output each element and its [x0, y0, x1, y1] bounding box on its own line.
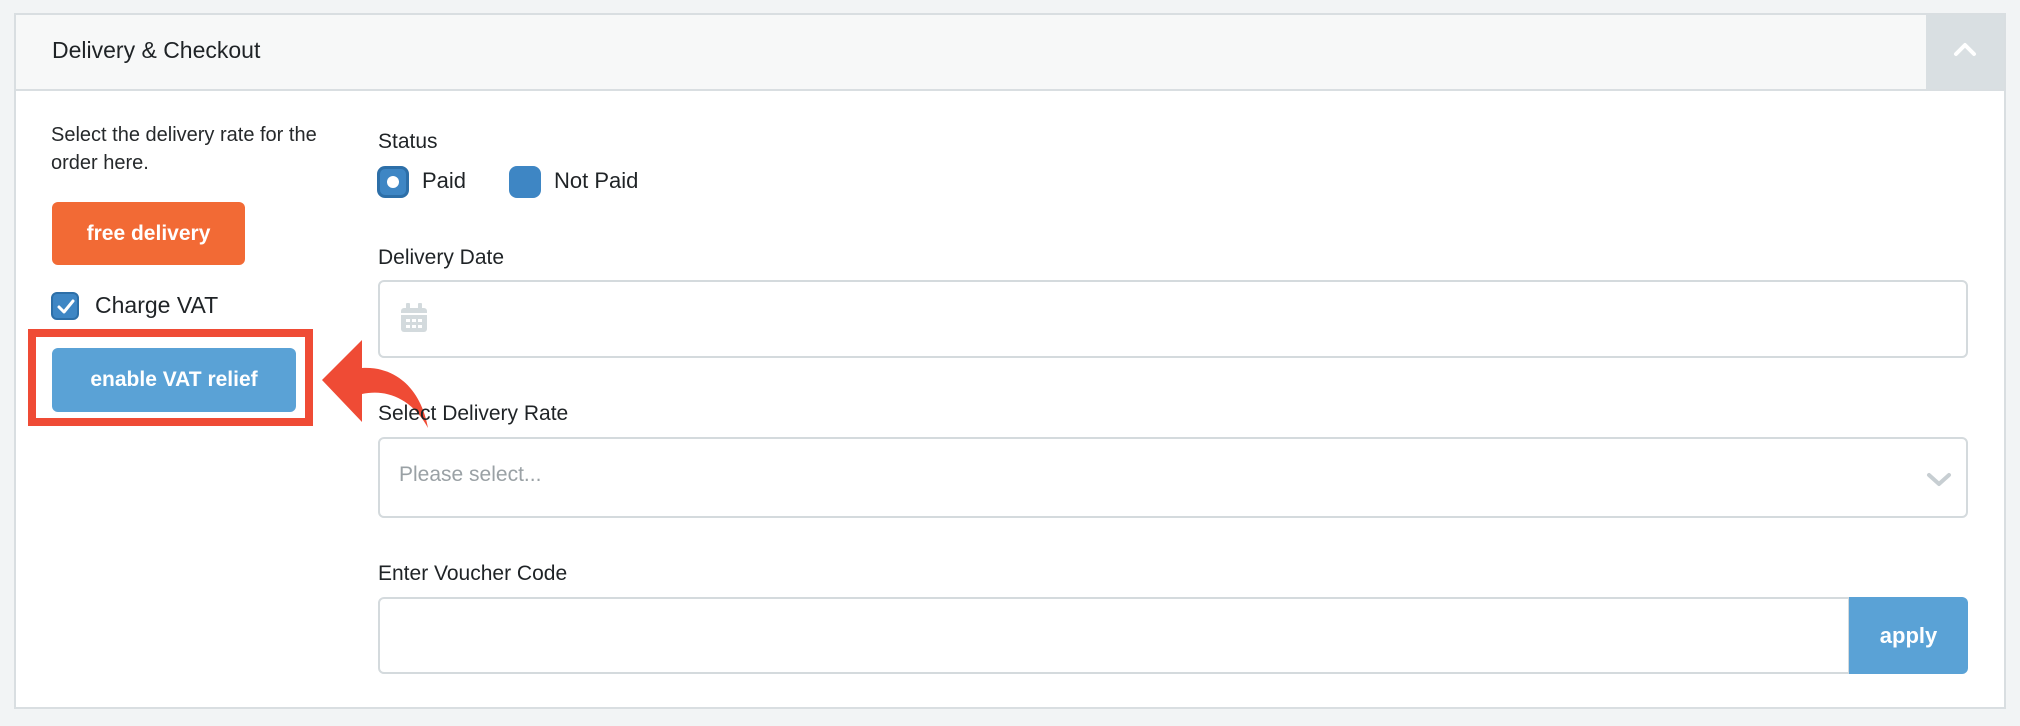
free-delivery-button[interactable]: free delivery — [52, 202, 245, 265]
delivery-rate-placeholder: Please select... — [399, 463, 542, 486]
voucher-code-input[interactable] — [378, 597, 1850, 674]
enable-vat-relief-button[interactable]: enable VAT relief — [52, 348, 296, 412]
status-not-paid-label: Not Paid — [554, 168, 639, 193]
charge-vat-label: Charge VAT — [95, 292, 219, 318]
status-radio-not-paid[interactable] — [509, 166, 541, 198]
delivery-date-label: Delivery Date — [378, 246, 505, 269]
calendar-icon — [401, 303, 427, 332]
checkmark-icon — [57, 299, 75, 314]
panel-title: Delivery & Checkout — [52, 37, 261, 63]
intro-text: Select the delivery rate for the order h… — [51, 124, 317, 174]
radio-selected-dot — [387, 176, 399, 188]
status-paid-label: Paid — [422, 168, 467, 193]
status-label: Status — [378, 130, 438, 153]
collapse-button[interactable] — [1926, 15, 2004, 89]
apply-voucher-button[interactable]: apply — [1849, 597, 1968, 674]
panel-header[interactable]: Delivery & Checkout — [16, 15, 2004, 91]
delivery-date-input[interactable] — [378, 280, 1968, 358]
charge-vat-checkbox[interactable] — [51, 292, 79, 320]
chevron-down-icon — [1927, 473, 1951, 486]
delivery-rate-label: Select Delivery Rate — [378, 402, 569, 425]
delivery-rate-select[interactable]: Please select... — [378, 437, 1968, 518]
chevron-up-icon — [1954, 43, 1976, 56]
status-radio-paid[interactable] — [377, 166, 409, 198]
voucher-label: Enter Voucher Code — [378, 562, 568, 585]
